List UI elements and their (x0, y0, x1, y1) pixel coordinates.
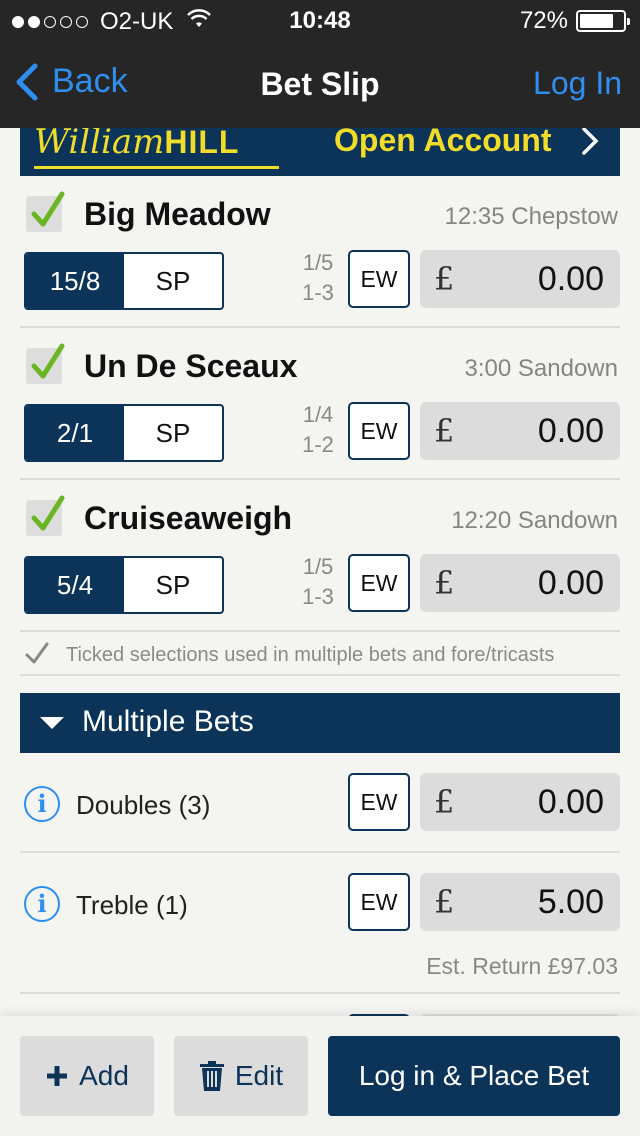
multiple-bet-row: i Doubles (3) EW £ 0.00 (20, 753, 620, 853)
edit-button[interactable]: Edit (174, 1036, 308, 1116)
checkmark-icon (31, 191, 65, 227)
terms-fraction: 1/4 (302, 402, 334, 427)
logo-script: William (34, 128, 165, 162)
plus-icon (47, 1066, 68, 1086)
add-label: Add (79, 1060, 129, 1091)
terms-places: 1-3 (302, 584, 334, 609)
each-way-terms: 1/5 1-3 (296, 552, 340, 612)
info-icon[interactable]: i (24, 886, 60, 922)
selection-checkbox[interactable] (26, 191, 65, 232)
odds-toggle: 2/1 SP (24, 404, 224, 462)
race-info: 3:00 Sandown (464, 355, 618, 382)
price-button[interactable]: 2/1 (26, 406, 124, 460)
price-button[interactable]: 5/4 (26, 558, 124, 612)
open-account-label: Open Account (334, 128, 552, 158)
bet-type-label: Treble (1) (76, 890, 188, 920)
open-account-banner[interactable]: WilliamHILL Open Account (20, 128, 620, 176)
bottom-toolbar: Add Edit Log in & Place Bet (0, 1016, 640, 1136)
battery-icon (576, 10, 630, 32)
ticked-selections-note: Ticked selections used in multiple bets … (20, 634, 620, 676)
stake-input[interactable]: £ 0.00 (420, 773, 620, 831)
each-way-button[interactable]: EW (348, 402, 410, 460)
info-icon[interactable]: i (24, 786, 60, 822)
selection-checkbox[interactable] (26, 495, 65, 536)
terms-fraction: 1/5 (302, 250, 334, 275)
estimated-return: Est. Return £97.03 (426, 953, 618, 979)
terms-places: 1-3 (302, 280, 334, 305)
each-way-button[interactable]: EW (348, 250, 410, 308)
selection-row: Un De Sceaux 3:00 Sandown 2/1 SP 1/4 1-2… (20, 328, 620, 480)
nav-bar: Back Bet Slip Log In (0, 40, 640, 128)
selection-name: Cruiseaweigh (84, 500, 293, 536)
battery-percent: 72% (519, 7, 568, 34)
stake-input[interactable]: £ 0.00 (420, 402, 620, 460)
each-way-button[interactable]: EW (348, 873, 410, 931)
checkmark-icon (31, 343, 65, 379)
price-button[interactable]: 15/8 (26, 254, 124, 308)
battery-status: 72% (519, 7, 630, 35)
selection-row: Big Meadow 12:35 Chepstow 15/8 SP 1/5 1-… (20, 176, 620, 328)
odds-toggle: 15/8 SP (24, 252, 224, 310)
stake-amount: 0.00 (537, 564, 604, 602)
bet-type-label: Doubles (3) (76, 790, 211, 820)
section-title: Multiple Bets (82, 705, 254, 738)
each-way-button[interactable]: EW (348, 773, 410, 831)
add-button[interactable]: Add (20, 1036, 154, 1116)
selection-checkbox[interactable] (26, 343, 65, 384)
caret-down-icon (40, 717, 64, 729)
sp-button[interactable]: SP (124, 406, 222, 460)
sp-button[interactable]: SP (124, 254, 222, 308)
currency-symbol: £ (434, 412, 455, 450)
trash-icon (199, 1061, 224, 1091)
stake-amount: 0.00 (537, 783, 604, 821)
selection-row: Cruiseaweigh 12:20 Sandown 5/4 SP 1/5 1-… (20, 480, 620, 632)
selection-name: Un De Sceaux (84, 348, 298, 384)
race-info: 12:35 Chepstow (444, 203, 618, 230)
each-way-terms: 1/4 1-2 (296, 400, 340, 460)
stake-input[interactable]: £ 0.00 (420, 554, 620, 612)
stake-amount: 0.00 (537, 412, 604, 450)
chevron-right-icon (580, 128, 600, 168)
multiple-bet-row: i Treble (1) EW £ 5.00 Est. Return £97.0… (20, 853, 620, 994)
multiple-bets-header[interactable]: Multiple Bets (20, 693, 620, 753)
each-way-button[interactable]: EW (348, 554, 410, 612)
edit-label: Edit (234, 1060, 284, 1091)
checkmark-icon (31, 495, 65, 531)
stake-input[interactable]: £ 0.00 (420, 250, 620, 308)
sp-button[interactable]: SP (124, 558, 222, 612)
race-info: 12:20 Sandown (451, 507, 618, 534)
terms-fraction: 1/5 (302, 554, 334, 579)
william-hill-logo: WilliamHILL (34, 128, 279, 169)
place-bet-label: Log in & Place Bet (358, 1060, 590, 1091)
terms-places: 1-2 (302, 432, 334, 457)
checkmark-icon (24, 640, 50, 673)
currency-symbol: £ (434, 883, 455, 921)
status-bar: O2-UK 10:48 72% (0, 0, 640, 40)
currency-symbol: £ (434, 564, 455, 602)
currency-symbol: £ (434, 783, 455, 821)
currency-symbol: £ (434, 260, 455, 298)
stake-input[interactable]: £ 5.00 (420, 873, 620, 931)
login-place-bet-button[interactable]: Log in & Place Bet (328, 1036, 620, 1116)
each-way-terms: 1/5 1-3 (296, 248, 340, 308)
login-link[interactable]: Log In (533, 65, 622, 102)
note-text: Ticked selections used in multiple bets … (66, 644, 555, 666)
selection-name: Big Meadow (84, 196, 271, 232)
odds-toggle: 5/4 SP (24, 556, 224, 614)
logo-bold: HILL (164, 128, 240, 160)
stake-amount: 5.00 (537, 883, 604, 921)
stake-amount: 0.00 (537, 260, 604, 298)
